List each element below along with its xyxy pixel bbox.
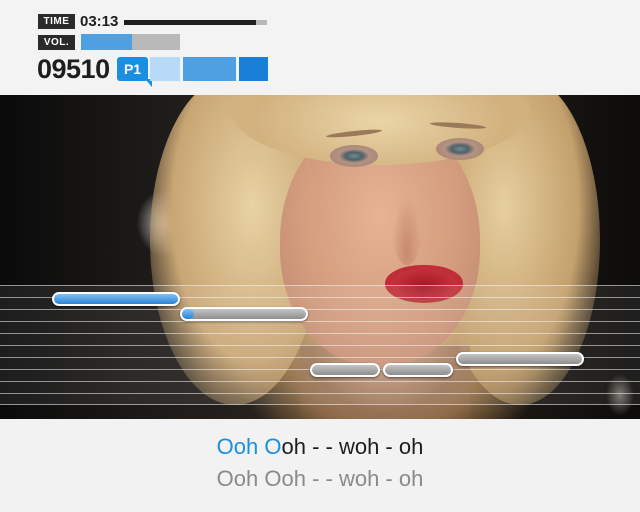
music-video-frame xyxy=(0,95,640,419)
pitch-lane-line xyxy=(0,285,640,286)
pitch-lane-line xyxy=(0,345,640,346)
pitch-lane-line xyxy=(0,404,640,405)
hud-panel: TIME 03:13 VOL. 09510 P1 xyxy=(0,0,640,95)
pitch-lane-line xyxy=(0,333,640,334)
note-progress-fill xyxy=(182,309,195,319)
volume-label: VOL. xyxy=(38,35,75,50)
singer-eye xyxy=(330,145,378,167)
note-bar-sung xyxy=(52,292,180,306)
pitch-lane-line xyxy=(0,309,640,310)
volume-meter-fill xyxy=(81,34,133,50)
score-meter-segment xyxy=(150,57,180,81)
note-bar-upcoming xyxy=(456,352,584,366)
player-one-badge: P1 xyxy=(117,57,148,81)
singer-eye xyxy=(436,138,484,160)
current-lyric-line: Ooh Ooh - - woh - oh xyxy=(0,434,640,460)
pitch-lane-line xyxy=(0,381,640,382)
pitch-lane-line xyxy=(0,321,640,322)
pitch-lanes xyxy=(0,285,640,405)
note-bar-current xyxy=(180,307,308,321)
song-progress-fill xyxy=(124,20,256,25)
note-bar-upcoming xyxy=(310,363,380,377)
time-label: TIME xyxy=(38,14,75,29)
player-score: 09510 xyxy=(37,54,110,84)
unsung-lyric-portion: oh - - woh - oh xyxy=(281,434,424,459)
score-meter-segment xyxy=(239,57,268,81)
volume-meter xyxy=(81,34,180,50)
lyrics-panel: Ooh Ooh - - woh - oh Ooh Ooh - - woh - o… xyxy=(0,419,640,512)
sung-lyric-portion: Ooh O xyxy=(216,434,282,459)
time-value: 03:13 xyxy=(80,13,119,30)
score-meter-segment xyxy=(183,57,236,81)
pitch-lane-line xyxy=(0,393,640,394)
singer-nose xyxy=(392,195,422,265)
note-bar-upcoming xyxy=(383,363,453,377)
next-lyric-line: Ooh Ooh - - woh - oh xyxy=(216,466,424,491)
song-progress-bar xyxy=(124,20,267,25)
